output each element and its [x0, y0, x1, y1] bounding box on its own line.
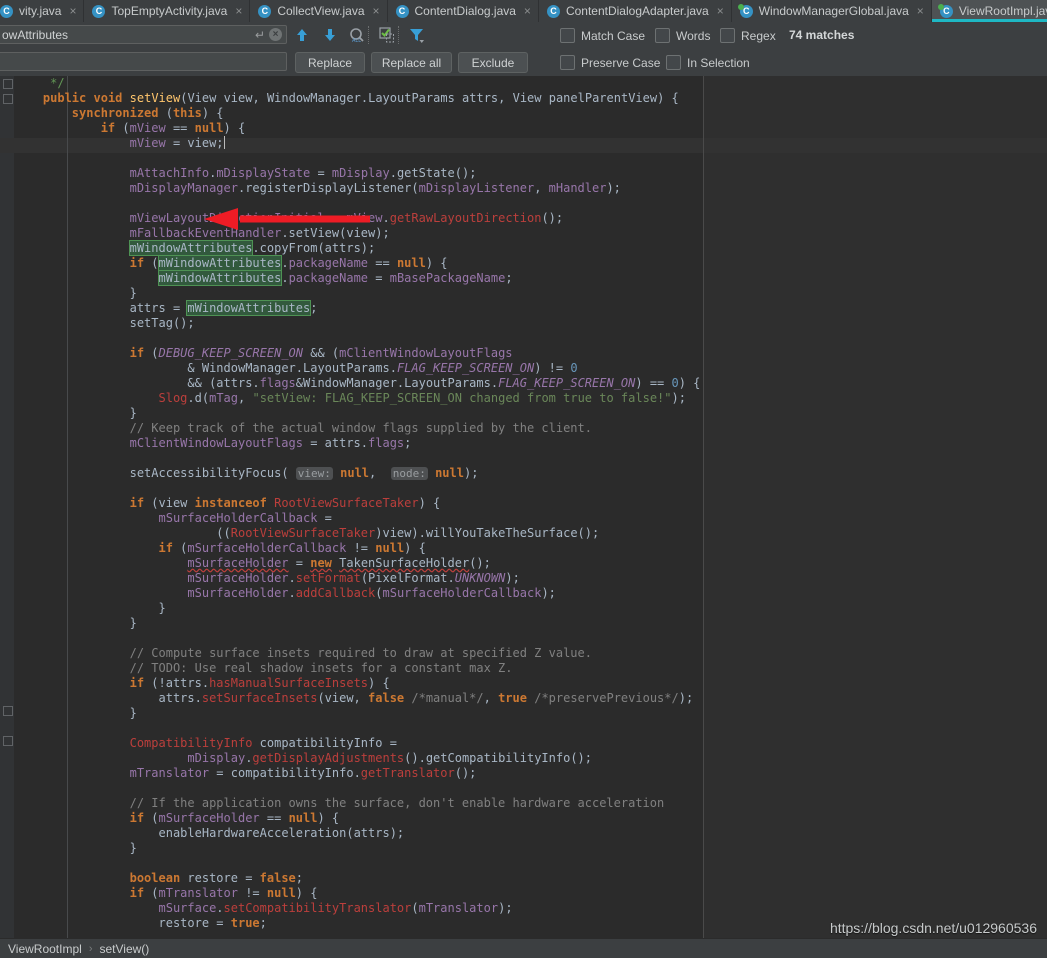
regex-checkbox[interactable]: Regex	[720, 28, 776, 43]
tab-vity[interactable]: C vity.java ×	[0, 0, 85, 22]
chevron-right-icon: ›	[88, 942, 93, 955]
code-editor[interactable]: */ public void setView(View view, Window…	[0, 76, 1047, 938]
matches-count-label: 74 matches	[789, 28, 855, 42]
enter-icon[interactable]: ↵	[255, 28, 265, 42]
checkbox-label: In Selection	[687, 55, 750, 70]
search-input-value: owAttributes	[2, 27, 69, 42]
editor-gutter[interactable]	[0, 76, 14, 938]
watermark-text: https://blog.csdn.net/u012960536	[829, 920, 1037, 936]
tab-label: ContentDialogAdapter.java	[565, 4, 709, 18]
tab-collectview[interactable]: C CollectView.java ×	[250, 0, 388, 22]
tab-label: vity.java	[19, 4, 62, 18]
checkbox-label: Words	[676, 28, 711, 43]
in-selection-checkbox[interactable]: In Selection	[666, 55, 750, 70]
find-all-icon[interactable]: ALL	[344, 23, 368, 47]
words-checkbox[interactable]: Words	[655, 28, 710, 43]
replace-input[interactable]	[0, 52, 287, 71]
breadcrumb-bar: ViewRootImpl › setView()	[0, 938, 1047, 958]
editor-right-margin-area	[703, 76, 1047, 938]
fold-marker-icon[interactable]	[3, 706, 13, 716]
close-icon[interactable]: ×	[524, 5, 531, 17]
checkbox-box	[666, 55, 681, 70]
toolbar-divider	[368, 26, 369, 44]
close-icon[interactable]: ×	[69, 5, 76, 17]
java-class-modified-icon: C	[737, 3, 753, 18]
checkbox-label: Preserve Case	[581, 55, 661, 70]
select-all-occurrences-icon[interactable]	[375, 23, 399, 47]
java-class-modified-icon: C	[937, 3, 953, 18]
tab-label: ContentDialog.java	[414, 4, 516, 18]
exclude-button[interactable]: Exclude	[458, 52, 528, 73]
svg-text:ALL: ALL	[352, 38, 361, 44]
search-input[interactable]: owAttributes ↵ ×	[0, 25, 287, 44]
close-icon[interactable]: ×	[717, 5, 724, 17]
tab-windowmanagerglobal[interactable]: C WindowManagerGlobal.java ×	[731, 0, 932, 22]
close-icon[interactable]: ×	[373, 5, 380, 17]
clear-search-icon[interactable]: ×	[269, 28, 282, 41]
find-row: owAttributes ↵ × ALL Match Case Words Re…	[0, 22, 1047, 49]
close-icon[interactable]: ×	[917, 5, 924, 17]
match-case-checkbox[interactable]: Match Case	[560, 28, 645, 43]
tab-viewrootimpl[interactable]: C ViewRootImpl.java ×	[931, 0, 1047, 22]
breadcrumb-method[interactable]: setView()	[99, 942, 149, 956]
tab-label: ViewRootImpl.java	[958, 4, 1047, 18]
java-class-icon: C	[546, 4, 560, 18]
tab-label: TopEmptyActivity.java	[111, 4, 228, 18]
toolbar-divider	[398, 26, 399, 44]
tab-label: WindowManagerGlobal.java	[758, 4, 909, 18]
find-next-icon[interactable]	[318, 23, 342, 47]
source-code[interactable]: */ public void setView(View view, Window…	[14, 76, 701, 931]
checkbox-label: Regex	[741, 28, 776, 43]
tab-contentdialogadapter[interactable]: C ContentDialogAdapter.java ×	[538, 0, 732, 22]
tab-label: CollectView.java	[277, 4, 365, 18]
replace-row: Replace Replace all Exclude Preserve Cas…	[0, 49, 1047, 76]
java-class-icon: C	[0, 4, 13, 18]
fold-marker-icon[interactable]	[3, 79, 13, 89]
breadcrumb-class[interactable]: ViewRootImpl	[8, 942, 82, 956]
find-replace-toolbar: owAttributes ↵ × ALL Match Case Words Re…	[0, 22, 1047, 77]
checkbox-box	[655, 28, 670, 43]
fold-marker-icon[interactable]	[3, 94, 13, 104]
java-class-icon: C	[92, 4, 106, 18]
checkbox-box	[560, 55, 575, 70]
java-class-icon: C	[258, 4, 272, 18]
replace-all-button[interactable]: Replace all	[371, 52, 452, 73]
close-icon[interactable]: ×	[235, 5, 242, 17]
preserve-case-checkbox[interactable]: Preserve Case	[560, 55, 660, 70]
editor-tab-bar: C vity.java × C TopEmptyActivity.java × …	[0, 0, 1047, 23]
right-margin-guide	[703, 76, 704, 938]
java-class-icon: C	[395, 4, 409, 18]
replace-button[interactable]: Replace	[295, 52, 365, 73]
fold-marker-icon[interactable]	[3, 736, 13, 746]
tab-contentdialog[interactable]: C ContentDialog.java ×	[387, 0, 539, 22]
checkbox-box	[560, 28, 575, 43]
tab-topemptyactivity[interactable]: C TopEmptyActivity.java ×	[84, 0, 251, 22]
checkbox-label: Match Case	[581, 28, 646, 43]
filter-icon[interactable]	[405, 23, 429, 47]
find-previous-icon[interactable]	[290, 23, 314, 47]
checkbox-box	[720, 28, 735, 43]
